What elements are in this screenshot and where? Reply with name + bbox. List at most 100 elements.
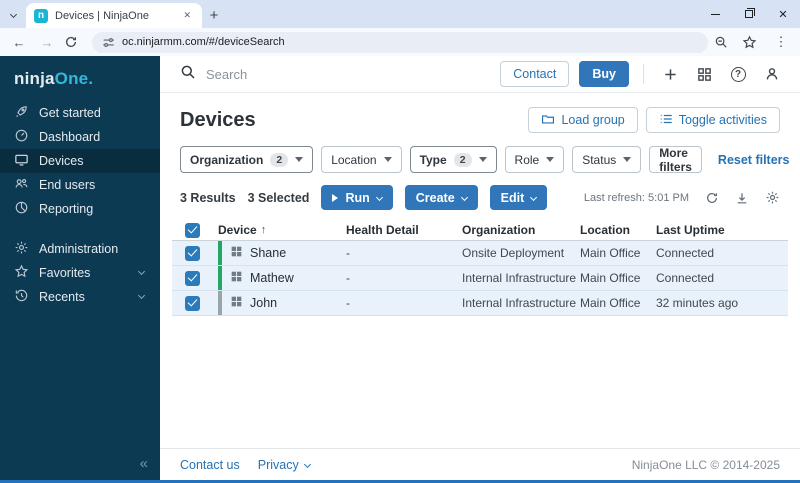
row-checkbox[interactable] xyxy=(185,270,200,286)
table-row[interactable]: Shane - Onsite Deployment Main Office Co… xyxy=(172,241,788,266)
filter-role[interactable]: Role xyxy=(504,146,565,173)
sidebar-item-devices[interactable]: Devices xyxy=(0,149,160,173)
organization-cell: Internal Infrastructure xyxy=(462,271,577,285)
table-row[interactable]: John - Internal Infrastructure Main Offi… xyxy=(172,291,788,316)
device-status-bar xyxy=(218,241,222,265)
new-tab-button[interactable]: + xyxy=(202,3,226,27)
devices-table: Device ↑ Health Detail Organization Loca… xyxy=(172,220,788,316)
dropdown-arrow-icon xyxy=(546,157,555,162)
site-settings-icon[interactable] xyxy=(102,36,115,49)
filter-organization[interactable]: Organization 2 xyxy=(180,146,314,173)
tab-close-icon[interactable]: ✕ xyxy=(180,8,194,23)
column-header-location[interactable]: Location xyxy=(580,223,656,237)
device-status-bar xyxy=(218,291,222,315)
users-icon xyxy=(14,176,29,194)
url-text: oc.ninjarmm.com/#/deviceSearch xyxy=(122,36,285,48)
close-button[interactable]: ✕ xyxy=(766,1,800,27)
pie-chart-icon xyxy=(14,200,29,218)
help-icon[interactable]: ? xyxy=(726,66,750,82)
url-input[interactable]: oc.ninjarmm.com/#/deviceSearch xyxy=(92,31,708,53)
tab-search-chevron-icon[interactable] xyxy=(0,2,26,26)
table-row[interactable]: Mathew - Internal Infrastructure Main Of… xyxy=(172,266,788,291)
chevron-down-icon xyxy=(137,291,146,300)
browser-window: n Devices | NinjaOne ✕ + ✕ ← → oc.ninjar… xyxy=(0,0,800,483)
sidebar-item-get-started[interactable]: Get started xyxy=(0,101,160,125)
results-count: 3 Results xyxy=(180,190,236,205)
row-checkbox[interactable] xyxy=(185,245,200,261)
run-button[interactable]: Run xyxy=(321,185,393,210)
search-placeholder: Search xyxy=(206,66,248,82)
zoom-icon[interactable] xyxy=(714,35,736,49)
select-all-checkbox[interactable] xyxy=(185,222,200,238)
create-button[interactable]: Create xyxy=(404,185,478,210)
windows-icon xyxy=(231,246,242,260)
chevron-down-icon xyxy=(375,193,383,202)
column-header-last-uptime[interactable]: Last Uptime xyxy=(656,223,788,237)
contact-button[interactable]: Contact xyxy=(500,61,570,87)
browser-menu-icon[interactable]: ⋮ xyxy=(770,34,792,50)
sidebar-section-gap xyxy=(0,221,160,237)
window-controls: ✕ xyxy=(698,0,800,28)
forward-icon[interactable]: → xyxy=(36,35,58,50)
column-header-device[interactable]: Device ↑ xyxy=(206,223,346,237)
minimize-button[interactable] xyxy=(698,1,732,27)
folder-icon xyxy=(541,112,555,129)
dropdown-arrow-icon xyxy=(383,157,392,162)
row-checkbox[interactable] xyxy=(185,295,200,311)
apps-grid-icon[interactable] xyxy=(692,67,716,82)
column-header-organization[interactable]: Organization xyxy=(462,223,580,237)
sidebar-item-administration[interactable]: Administration xyxy=(0,237,160,261)
reload-icon[interactable] xyxy=(64,35,86,49)
sidebar-item-reporting[interactable]: Reporting xyxy=(0,197,160,221)
download-icon[interactable] xyxy=(735,191,749,205)
organization-cell: Onsite Deployment xyxy=(462,246,565,260)
device-name[interactable]: Shane xyxy=(250,246,286,260)
sidebar-item-end-users[interactable]: End users xyxy=(0,173,160,197)
table-settings-gear-icon[interactable] xyxy=(765,190,780,205)
rocket-icon xyxy=(14,104,29,122)
toggle-activities-button[interactable]: Toggle activities xyxy=(645,107,780,133)
more-filters-button[interactable]: More filters xyxy=(649,146,702,174)
address-bar: ← → oc.ninjarmm.com/#/deviceSearch ⋮ xyxy=(0,28,800,56)
ninjaone-favicon-icon: n xyxy=(34,8,48,23)
history-icon xyxy=(14,288,29,306)
health-detail-cell: - xyxy=(346,296,350,310)
column-header-health-detail[interactable]: Health Detail xyxy=(346,223,462,237)
last-uptime-cell: Connected xyxy=(656,271,715,285)
load-group-button[interactable]: Load group xyxy=(528,107,638,133)
sidebar-collapse-icon[interactable]: « xyxy=(140,455,148,472)
tab-strip: n Devices | NinjaOne ✕ + ✕ xyxy=(0,0,800,28)
filter-status[interactable]: Status xyxy=(572,146,642,173)
sidebar-item-recents[interactable]: Recents xyxy=(0,285,160,309)
bookmark-star-icon[interactable] xyxy=(742,34,764,50)
devices-page: Devices Load group Toggle activities Org… xyxy=(160,93,800,448)
chevron-down-icon xyxy=(303,460,311,469)
play-icon xyxy=(332,193,339,202)
back-icon[interactable]: ← xyxy=(8,35,30,50)
search-input[interactable]: Search xyxy=(180,64,490,85)
search-icon xyxy=(180,64,196,85)
monitor-icon xyxy=(14,152,29,170)
reset-filters-link[interactable]: Reset filters xyxy=(718,153,790,167)
browser-tab[interactable]: n Devices | NinjaOne ✕ xyxy=(26,3,202,28)
refresh-icon[interactable] xyxy=(705,191,719,205)
filter-type[interactable]: Type 2 xyxy=(409,146,497,173)
edit-button[interactable]: Edit xyxy=(489,185,548,210)
privacy-link[interactable]: Privacy xyxy=(258,458,311,472)
restore-button[interactable] xyxy=(732,1,766,27)
filter-location[interactable]: Location xyxy=(321,146,402,173)
health-detail-cell: - xyxy=(346,246,350,260)
location-cell: Main Office xyxy=(580,246,641,260)
sidebar-item-dashboard[interactable]: Dashboard xyxy=(0,125,160,149)
account-icon[interactable] xyxy=(760,66,784,82)
ninjaone-logo: ninjaOne. xyxy=(14,69,94,88)
buy-button[interactable]: Buy xyxy=(579,61,629,87)
global-search-bar: Search Contact Buy ? xyxy=(160,56,800,93)
contact-us-link[interactable]: Contact us xyxy=(180,458,240,472)
table-header-row: Device ↑ Health Detail Organization Loca… xyxy=(172,220,788,241)
device-name[interactable]: Mathew xyxy=(250,271,294,285)
sidebar-item-favorites[interactable]: Favorites xyxy=(0,261,160,285)
device-name[interactable]: John xyxy=(250,296,277,310)
add-icon[interactable] xyxy=(658,67,682,82)
tab-title: Devices | NinjaOne xyxy=(55,9,149,22)
